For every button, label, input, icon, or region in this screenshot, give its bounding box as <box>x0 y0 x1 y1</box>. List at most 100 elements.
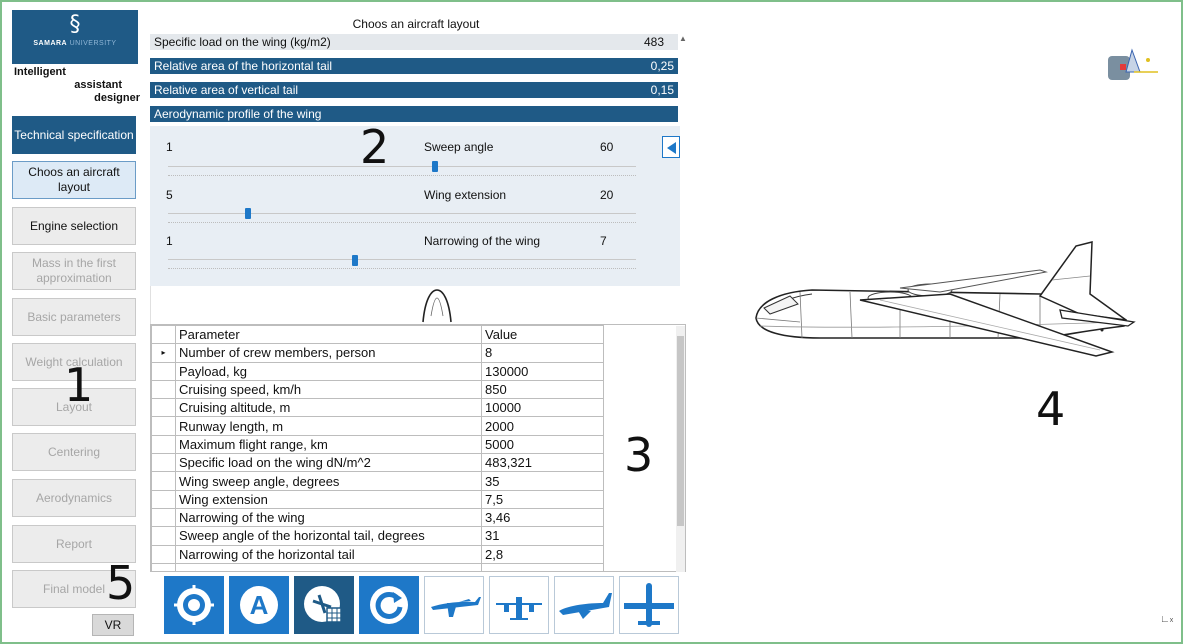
table-row[interactable]: Payload, kg 130000 <box>151 361 604 381</box>
grid-header-row: Parameter Value <box>151 325 604 345</box>
wing-narrowing-track[interactable] <box>168 259 636 260</box>
wing-profile-nose-icon <box>422 289 452 323</box>
header-value[interactable]: Value <box>481 325 604 345</box>
high-wing-aircraft-icon[interactable] <box>424 576 484 634</box>
table-row[interactable] <box>151 562 604 571</box>
panel-title: Choos an aircraft layout <box>352 17 480 31</box>
table-row[interactable]: Cruising speed, km/h 850 <box>151 379 604 400</box>
nav-technical-specification[interactable]: Technical specification <box>12 116 136 154</box>
nav-choose-aircraft-layout[interactable]: Choos an aircraft layout <box>12 161 136 199</box>
param-cell[interactable]: Maximum flight range, km <box>175 434 482 455</box>
view-orientation-icon[interactable] <box>1106 46 1162 82</box>
value-cell[interactable]: 130000 <box>481 361 604 381</box>
table-row[interactable]: Narrowing of the wing 3,46 <box>151 507 604 528</box>
row-header-corner <box>151 325 176 345</box>
param-row-specific-load[interactable]: Specific load on the wing (kg/m2) 483 <box>150 34 678 50</box>
value-cell[interactable]: 10000 <box>481 398 604 418</box>
param-cell[interactable]: Cruising speed, km/h <box>175 379 482 400</box>
table-row[interactable]: Maximum flight range, km 5000 <box>151 434 604 455</box>
grid-scrollbar[interactable] <box>676 326 685 572</box>
param-label: Specific load on the wing (kg/m2) <box>154 35 331 49</box>
param-cell[interactable]: Runway length, m <box>175 416 482 436</box>
wing-narrowing-ticks <box>168 268 636 271</box>
header-parameter[interactable]: Parameter <box>175 325 482 345</box>
param-row-aerodynamic-profile[interactable]: Aerodynamic profile of the wing <box>150 106 678 122</box>
table-row[interactable]: Narrowing of the horizontal tail 2,8 <box>151 544 604 564</box>
wing-extension-slider-thumb[interactable] <box>244 208 251 219</box>
param-cell[interactable]: Wing extension <box>175 489 482 509</box>
nav-engine-selection[interactable]: Engine selection <box>12 207 136 245</box>
value-cell[interactable]: 483,321 <box>481 453 604 473</box>
param-cell[interactable]: Wing sweep angle, degrees <box>175 471 482 491</box>
scroll-up-icon[interactable]: ▲ <box>679 34 687 43</box>
sweep-angle-min: 1 <box>166 140 173 154</box>
target-icon[interactable] <box>164 576 224 634</box>
wing-extension-ticks <box>168 222 636 225</box>
param-cell[interactable]: Narrowing of the wing <box>175 507 482 528</box>
sweep-angle-label: Sweep angle <box>424 140 494 154</box>
wing-narrowing-label: Narrowing of the wing <box>424 234 541 248</box>
table-row[interactable]: Cruising altitude, m 10000 <box>151 398 604 418</box>
logo-name: SAMARA <box>33 40 68 47</box>
param-row-vertical-tail[interactable]: Relative area of vertical tail 0,15 <box>150 82 678 98</box>
nav-aerodynamics: Aerodynamics <box>12 479 136 517</box>
value-cell[interactable]: 35 <box>481 471 604 491</box>
annotation-5: 5 <box>106 556 136 610</box>
table-row[interactable]: Sweep angle of the horizontal tail, degr… <box>151 526 604 546</box>
business-jet-icon[interactable] <box>554 576 614 634</box>
value-cell[interactable]: 2,8 <box>481 544 604 564</box>
app-brand: Intelligent assistant designer <box>14 66 140 105</box>
axis-corner-icon: ∟ <box>1160 614 1170 625</box>
value-cell[interactable]: 850 <box>481 379 604 400</box>
parameter-grid[interactable]: Parameter Value ▸ Number of crew members,… <box>150 324 686 572</box>
refresh-icon[interactable] <box>359 576 419 634</box>
logo-mark-icon: § <box>69 12 81 37</box>
param-label: Relative area of the horizontal tail <box>154 59 333 73</box>
value-cell[interactable]: 7,5 <box>481 489 604 509</box>
speaker-icon[interactable] <box>662 136 680 158</box>
wing-extension-label: Wing extension <box>424 188 507 202</box>
value-cell[interactable]: 2000 <box>481 416 604 436</box>
wing-extension-track[interactable] <box>168 213 636 214</box>
logo-name-suffix: UNIVERSITY <box>69 40 117 47</box>
wing-profile-preview <box>150 286 680 324</box>
table-row[interactable]: Runway length, m 2000 <box>151 416 604 436</box>
low-wing-aircraft-icon[interactable] <box>619 576 679 634</box>
param-cell[interactable]: Sweep angle of the horizontal tail, degr… <box>175 526 482 546</box>
value-cell[interactable]: 8 <box>481 343 604 363</box>
param-value: 0,25 <box>650 59 674 73</box>
param-cell[interactable]: Narrowing of the horizontal tail <box>175 544 482 564</box>
turboprop-aircraft-icon[interactable] <box>489 576 549 634</box>
vr-button[interactable]: VR <box>92 614 134 636</box>
table-row[interactable]: Specific load on the wing dN/m^2 483,321 <box>151 453 604 473</box>
sweep-angle-ticks <box>168 175 636 178</box>
axis-x-label: x <box>1169 617 1174 624</box>
aircraft-3d-model[interactable] <box>740 230 1140 370</box>
value-cell[interactable]: 31 <box>481 526 604 546</box>
table-row[interactable]: Wing sweep angle, degrees 35 <box>151 471 604 491</box>
param-cell[interactable]: Payload, kg <box>175 361 482 381</box>
table-row[interactable]: ▸ Number of crew members, person 8 <box>151 343 604 363</box>
param-row-horizontal-tail[interactable]: Relative area of the horizontal tail 0,2… <box>150 58 678 74</box>
annotation-1: 1 <box>64 358 94 412</box>
param-cell[interactable]: Specific load on the wing dN/m^2 <box>175 453 482 473</box>
wing-narrowing-slider-thumb[interactable] <box>352 255 359 266</box>
table-row[interactable]: Wing extension 7,5 <box>151 489 604 509</box>
value-cell[interactable]: 5000 <box>481 434 604 455</box>
param-cell[interactable]: Cruising altitude, m <box>175 398 482 418</box>
sweep-angle-slider-thumb[interactable] <box>431 161 438 172</box>
nav-mass-first-approximation: Mass in the first approximation <box>12 252 136 290</box>
sweep-angle-track[interactable] <box>168 166 636 167</box>
brand-line-1: Intelligent <box>14 66 66 78</box>
letter-a-icon[interactable]: A <box>229 576 289 634</box>
toolbar: A <box>164 576 684 634</box>
grid-scroll-thumb[interactable] <box>677 336 684 526</box>
wing-extension-min: 5 <box>166 188 173 202</box>
param-value: 0,15 <box>650 83 674 97</box>
value-cell[interactable]: 3,46 <box>481 507 604 528</box>
aircraft-table-icon[interactable] <box>294 576 354 634</box>
coordinate-axis-indicator: ∟x <box>1160 614 1173 625</box>
param-cell[interactable]: Number of crew members, person <box>175 343 482 363</box>
samara-university-logo: § SAMARA UNIVERSITY <box>12 10 138 64</box>
nav-basic-parameters: Basic parameters <box>12 298 136 336</box>
